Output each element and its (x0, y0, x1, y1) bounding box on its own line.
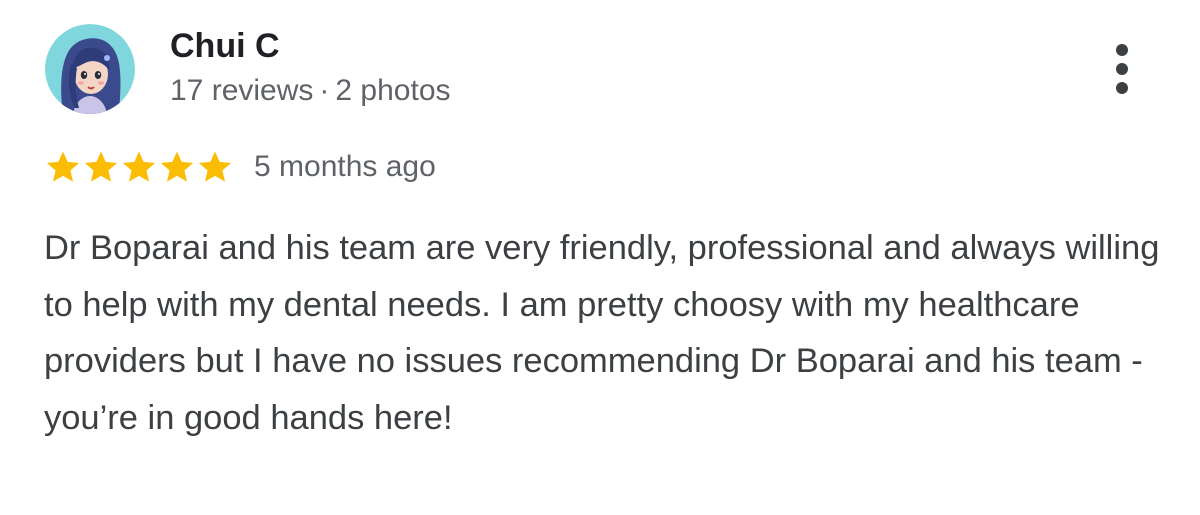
more-options-button[interactable] (1106, 40, 1140, 98)
star-icon (122, 151, 156, 182)
meta-separator: · (319, 74, 330, 107)
cartoon-avatar-icon (45, 24, 135, 114)
star-icon (160, 151, 194, 182)
reviews-count: 17 reviews (170, 74, 314, 107)
star-icon (198, 151, 232, 182)
reviewer-name[interactable]: Chui C (170, 26, 280, 66)
review-text: Dr Boparai and his team are very friendl… (44, 229, 1160, 437)
reviewer-meta: 17 reviews · 2 photos (170, 72, 451, 110)
photos-count: 2 photos (335, 74, 451, 107)
star-icon (84, 151, 118, 182)
star-icon (46, 151, 80, 182)
review-time: 5 months ago (254, 150, 436, 183)
star-rating (44, 148, 234, 186)
avatar[interactable] (45, 24, 135, 114)
rating-row: 5 months ago (44, 146, 436, 188)
review-card: Chui C 17 reviews · 2 photos 5 months ago … (0, 0, 1200, 515)
